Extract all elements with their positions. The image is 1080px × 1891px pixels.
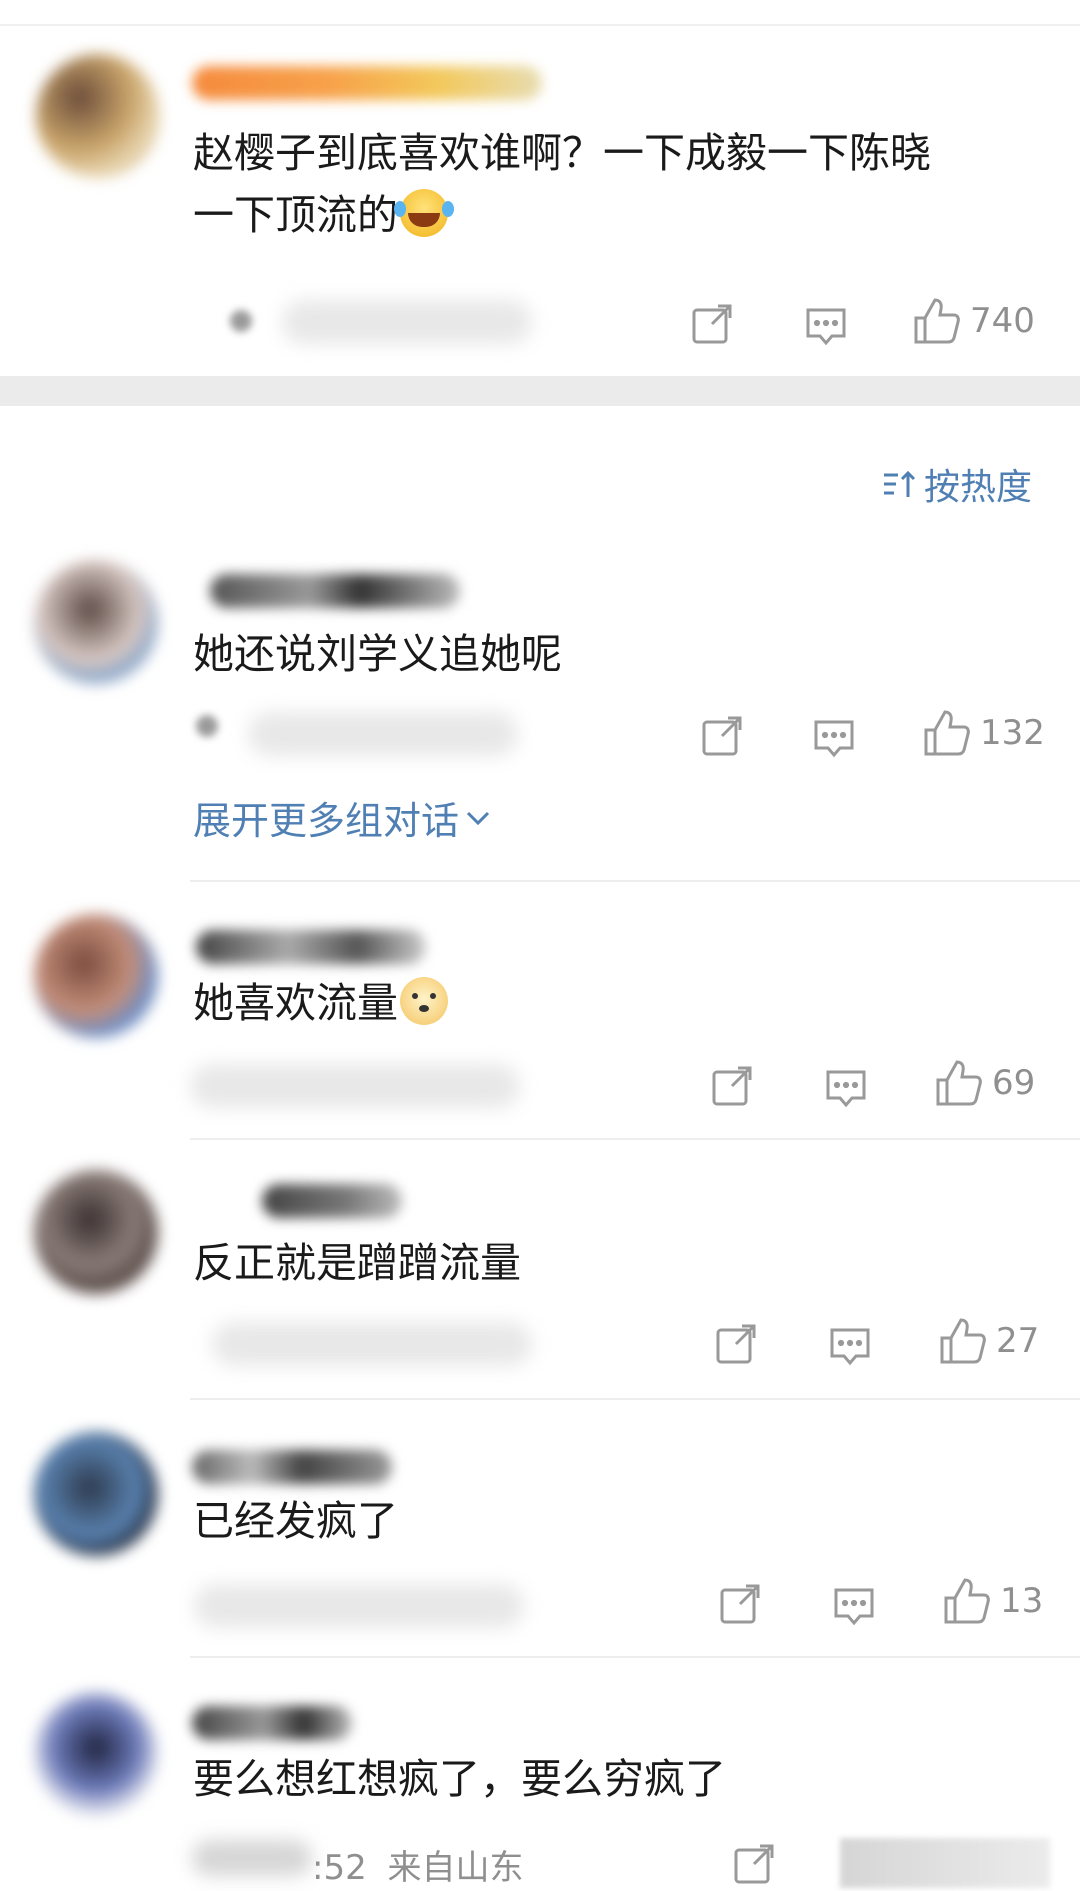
- repost-icon: [734, 1844, 774, 1884]
- comment-divider: [190, 1656, 1080, 1658]
- repost-icon: [716, 1324, 756, 1364]
- thumbs-up-icon: [940, 1318, 986, 1364]
- comment-3-username[interactable]: [262, 1184, 402, 1218]
- comment-2-like-button[interactable]: 69: [934, 1058, 1035, 1108]
- comment-1-like-button[interactable]: 132: [922, 708, 1045, 758]
- comment-icon: [814, 720, 854, 758]
- comment-3-like-count: 27: [996, 1321, 1040, 1361]
- comment-5-meta-time: :52: [312, 1848, 367, 1888]
- comment-1-username[interactable]: [210, 574, 460, 608]
- comment-icon: [806, 308, 846, 346]
- section-separator: [0, 376, 1080, 406]
- comment-1-meta-blurred: [248, 712, 518, 756]
- comment-4-text: 已经发疯了: [193, 1497, 398, 1545]
- comment-2-text: 她喜欢流量: [193, 972, 448, 1034]
- comment-1-meta-dot: [196, 715, 218, 737]
- expand-more-label: 展开更多组对话: [193, 799, 460, 843]
- thumbs-up-icon: [936, 1060, 982, 1106]
- comment-2-username[interactable]: [196, 930, 426, 964]
- comment-3-repost-button[interactable]: [714, 1322, 758, 1366]
- comment-1-comment-button[interactable]: [812, 716, 856, 760]
- comment-5-meta-blurred: [192, 1840, 312, 1876]
- thumbs-up-icon: [924, 710, 970, 756]
- post-text-line-2-label: 一下顶流的: [193, 191, 398, 239]
- comment-icon: [826, 1070, 866, 1108]
- comment-1-like-count: 132: [980, 713, 1045, 753]
- comment-3-like-button[interactable]: 27: [938, 1316, 1039, 1366]
- comment-5-text: 要么想红想疯了，要么穷疯了: [193, 1755, 726, 1803]
- comment-4-comment-button[interactable]: [832, 1584, 876, 1628]
- sort-icon: [883, 470, 916, 497]
- comment-icon: [834, 1588, 874, 1626]
- repost-icon: [692, 304, 732, 344]
- comment-3-comment-button[interactable]: [828, 1324, 872, 1368]
- comment-1-avatar[interactable]: [34, 560, 158, 684]
- comment-divider: [190, 1138, 1080, 1140]
- comment-1-repost-button[interactable]: [700, 714, 744, 758]
- sort-by-heat-button[interactable]: 按热度: [882, 458, 1032, 510]
- post-repost-button[interactable]: [690, 302, 734, 346]
- comment-3-meta-blurred: [212, 1322, 532, 1366]
- comment-5-repost-button[interactable]: [732, 1842, 776, 1886]
- post-like-button[interactable]: 740: [912, 296, 1035, 346]
- sort-label: 按热度: [923, 467, 1032, 508]
- post-meta-dot: [230, 310, 252, 332]
- post-avatar[interactable]: [36, 54, 160, 178]
- comment-4-like-button[interactable]: 13: [942, 1576, 1043, 1626]
- comment-2-avatar[interactable]: [34, 914, 158, 1038]
- comment-2-repost-button[interactable]: [710, 1064, 754, 1108]
- post-like-count: 740: [970, 301, 1035, 341]
- comment-5-username[interactable]: [192, 1706, 352, 1740]
- post-meta-blurred: [282, 300, 532, 344]
- thumbs-up-icon: [944, 1578, 990, 1624]
- comment-1-text: 她还说刘学义追她呢: [193, 630, 562, 678]
- comment-3-text: 反正就是蹭蹭流量: [193, 1239, 521, 1287]
- comment-2-like-count: 69: [992, 1063, 1036, 1103]
- comment-2-text-label: 她喜欢流量: [193, 979, 398, 1027]
- thumbs-up-icon: [914, 298, 960, 344]
- comment-divider: [190, 880, 1080, 882]
- post-comment-button[interactable]: [804, 304, 848, 348]
- comment-2-comment-button[interactable]: [824, 1066, 868, 1110]
- comment-5-avatar[interactable]: [34, 1692, 158, 1816]
- comment-divider: [190, 1398, 1080, 1400]
- comment-5-meta: :52 来自山东: [312, 1840, 524, 1889]
- repost-icon: [720, 1584, 760, 1624]
- laughing-crying-emoji-icon: [394, 189, 448, 237]
- comment-4-username[interactable]: [192, 1450, 392, 1484]
- post-username[interactable]: [192, 66, 542, 100]
- comment-3-avatar[interactable]: [34, 1170, 158, 1294]
- top-divider: [0, 24, 1080, 26]
- doge-emoji-icon: [400, 977, 448, 1025]
- comment-4-repost-button[interactable]: [718, 1582, 762, 1626]
- comment-4-meta-blurred: [194, 1584, 524, 1628]
- post-text-line-1: 赵樱子到底喜欢谁啊？一下成毅一下陈晓: [193, 129, 931, 177]
- post-text-line-2: 一下顶流的: [193, 184, 448, 246]
- expand-more-conversations-link[interactable]: 展开更多组对话: [193, 790, 491, 845]
- comment-4-avatar[interactable]: [34, 1432, 158, 1556]
- repost-icon: [702, 716, 742, 756]
- comment-4-like-count: 13: [1000, 1581, 1044, 1621]
- comment-2-meta-blurred: [190, 1064, 520, 1108]
- comment-icon: [830, 1328, 870, 1366]
- repost-icon: [712, 1066, 752, 1106]
- watermark-overlay: [840, 1838, 1050, 1888]
- comment-5-meta-location: 来自山东: [387, 1848, 524, 1888]
- chevron-down-icon: [466, 811, 490, 825]
